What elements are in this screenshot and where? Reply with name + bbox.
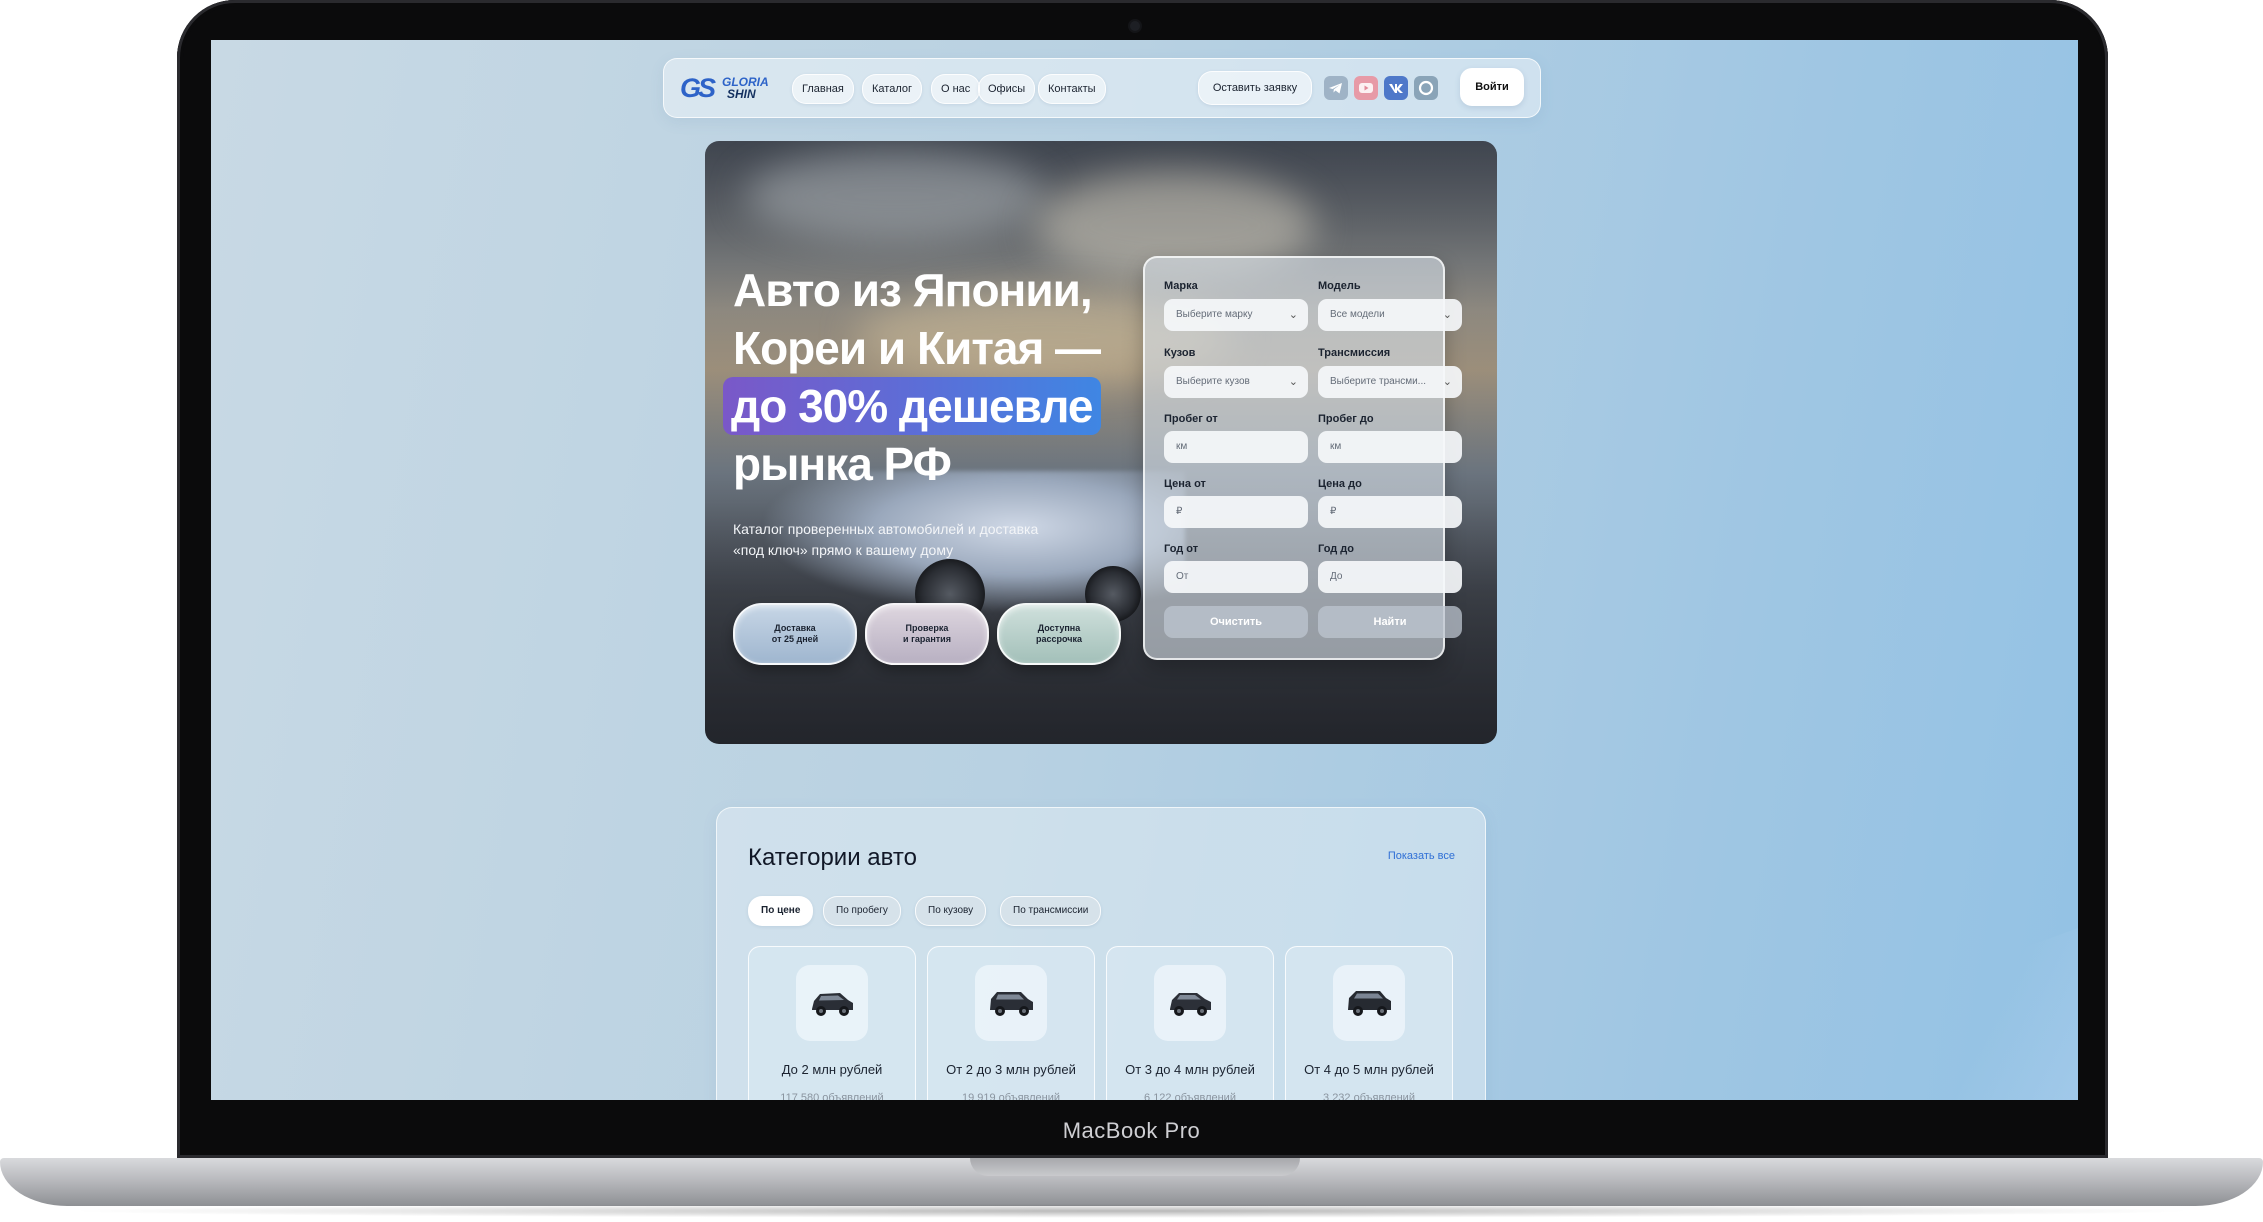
year-to-input[interactable]: До [1318, 561, 1462, 593]
brand-select[interactable]: Выберите марку ⌄ [1164, 299, 1308, 331]
nav-home[interactable]: Главная [792, 74, 854, 104]
category-title: От 2 до 3 млн рублей [946, 1062, 1076, 1077]
transmission-select[interactable]: Выберите трансми... ⌄ [1318, 366, 1462, 398]
nav-contacts[interactable]: Контакты [1038, 74, 1106, 104]
mileage-from-label: Пробег от [1164, 413, 1218, 425]
price-to-label: Цена до [1318, 478, 1362, 490]
feature-label: Доставка от 25 дней [771, 623, 819, 644]
mileage-to-input[interactable]: км [1318, 431, 1462, 463]
year-to-label: Год до [1318, 543, 1355, 555]
body-select-value: Выберите кузов [1176, 376, 1250, 387]
brand-label: Марка [1164, 280, 1198, 292]
body-select[interactable]: Выберите кузов ⌄ [1164, 366, 1308, 398]
hero-title-line: Авто из Японии, [733, 264, 1093, 316]
categories-section: Категории авто Показать все По цене По п… [716, 807, 1486, 1100]
nav-offices[interactable]: Офисы [978, 74, 1036, 104]
hero-subtitle: Каталог проверенных автомобилей и достав… [733, 521, 1039, 558]
tab-by-mileage[interactable]: По пробегу [823, 896, 901, 926]
chevron-down-icon: ⌄ [1442, 309, 1452, 321]
category-card[interactable]: До 2 млн рублей 117 580 объявлений [748, 946, 916, 1100]
category-count: 117 580 объявлений [780, 1092, 884, 1100]
model-label: Модель [1318, 280, 1361, 292]
category-card[interactable]: От 2 до 3 млн рублей 19 919 объявлений [927, 946, 1095, 1100]
category-title: От 3 до 4 млн рублей [1125, 1062, 1255, 1077]
model-select-value: Все модели [1330, 309, 1385, 320]
feature-label: Доступна рассрочка [1035, 623, 1083, 644]
feature-label: Проверка и гарантия [903, 623, 951, 644]
vk-icon[interactable] [1384, 76, 1408, 100]
feature-installments: Доступна рассрочка [997, 603, 1121, 665]
car-icon [1154, 965, 1226, 1041]
category-count: 19 919 объявлений [961, 1092, 1061, 1100]
nav-about[interactable]: О нас [931, 74, 981, 104]
max-icon[interactable] [1414, 76, 1438, 100]
hero-section: Авто из Японии, Кореи и Китая — до 30% д… [705, 141, 1497, 744]
category-count: 3 232 объявлений [1323, 1092, 1415, 1100]
car-filter-panel: Марка Модель Выберите марку ⌄ Все модели… [1143, 256, 1462, 660]
tab-by-transmission[interactable]: По трансмиссии [1000, 896, 1102, 926]
telegram-icon[interactable] [1324, 76, 1348, 100]
brand-select-value: Выберите марку [1176, 309, 1253, 320]
price-from-input[interactable]: ₽ [1164, 496, 1308, 528]
macbook-shadow [60, 1204, 2203, 1218]
search-button[interactable]: Найти [1318, 606, 1462, 638]
show-all-link[interactable]: Показать все [1388, 850, 1455, 862]
transmission-select-value: Выберите трансми... [1330, 376, 1427, 387]
year-from-label: Год от [1164, 543, 1199, 555]
mileage-to-label: Пробег до [1318, 413, 1374, 425]
feature-delivery: Доставка от 25 дней [733, 603, 857, 665]
tab-by-price[interactable]: По цене [748, 896, 814, 926]
category-title: От 4 до 5 млн рублей [1304, 1062, 1434, 1077]
site-logo[interactable]: GS GLORIA SHIN [680, 73, 780, 103]
category-card[interactable]: От 3 до 4 млн рублей 6 122 объявлений [1106, 946, 1274, 1100]
sky-cloud [745, 151, 1045, 241]
body-label: Кузов [1164, 347, 1196, 359]
chevron-down-icon: ⌄ [1288, 376, 1298, 388]
price-to-input[interactable]: ₽ [1318, 496, 1462, 528]
camera-icon [1130, 21, 1140, 31]
hero-title-line: Кореи и Китая — [733, 322, 1101, 374]
category-count: 6 122 объявлений [1144, 1092, 1236, 1100]
site-header: GS GLORIA SHIN Главная Каталог О нас Офи… [663, 58, 1541, 118]
car-icon [975, 965, 1047, 1041]
logo-mark: GS [680, 73, 716, 103]
login-button[interactable]: Войти [1460, 68, 1524, 106]
hero-title: Авто из Японии, Кореи и Китая — до 30% д… [723, 261, 1153, 493]
clear-button[interactable]: Очистить [1164, 606, 1308, 638]
category-card[interactable]: От 4 до 5 млн рублей 3 232 объявлений [1285, 946, 1453, 1100]
youtube-icon[interactable] [1354, 76, 1378, 100]
model-select[interactable]: Все модели ⌄ [1318, 299, 1462, 331]
chevron-down-icon: ⌄ [1288, 309, 1298, 321]
device-label: MacBook Pro [1062, 1118, 1201, 1143]
car-icon [1333, 965, 1405, 1041]
feature-warranty: Проверка и гарантия [865, 603, 989, 665]
hero-title-highlight: до 30% дешевле [723, 377, 1101, 435]
nav-catalog[interactable]: Каталог [862, 74, 922, 104]
logo-word-2: SHIN [727, 87, 756, 101]
chevron-down-icon: ⌄ [1442, 376, 1452, 388]
macbook-notch [970, 1158, 1300, 1176]
year-from-input[interactable]: От [1164, 561, 1308, 593]
transmission-label: Трансмиссия [1318, 347, 1391, 359]
car-icon [796, 965, 868, 1041]
tab-by-body[interactable]: По кузову [915, 896, 987, 926]
mileage-from-input[interactable]: км [1164, 431, 1308, 463]
category-title: До 2 млн рублей [781, 1062, 883, 1077]
leave-request-button[interactable]: Оставить заявку [1198, 71, 1312, 105]
price-from-label: Цена от [1164, 478, 1206, 490]
website-screen: GS GLORIA SHIN Главная Каталог О нас Офи… [211, 40, 2078, 1100]
hero-title-line: рынка РФ [733, 438, 952, 490]
categories-title: Категории авто [748, 844, 917, 871]
